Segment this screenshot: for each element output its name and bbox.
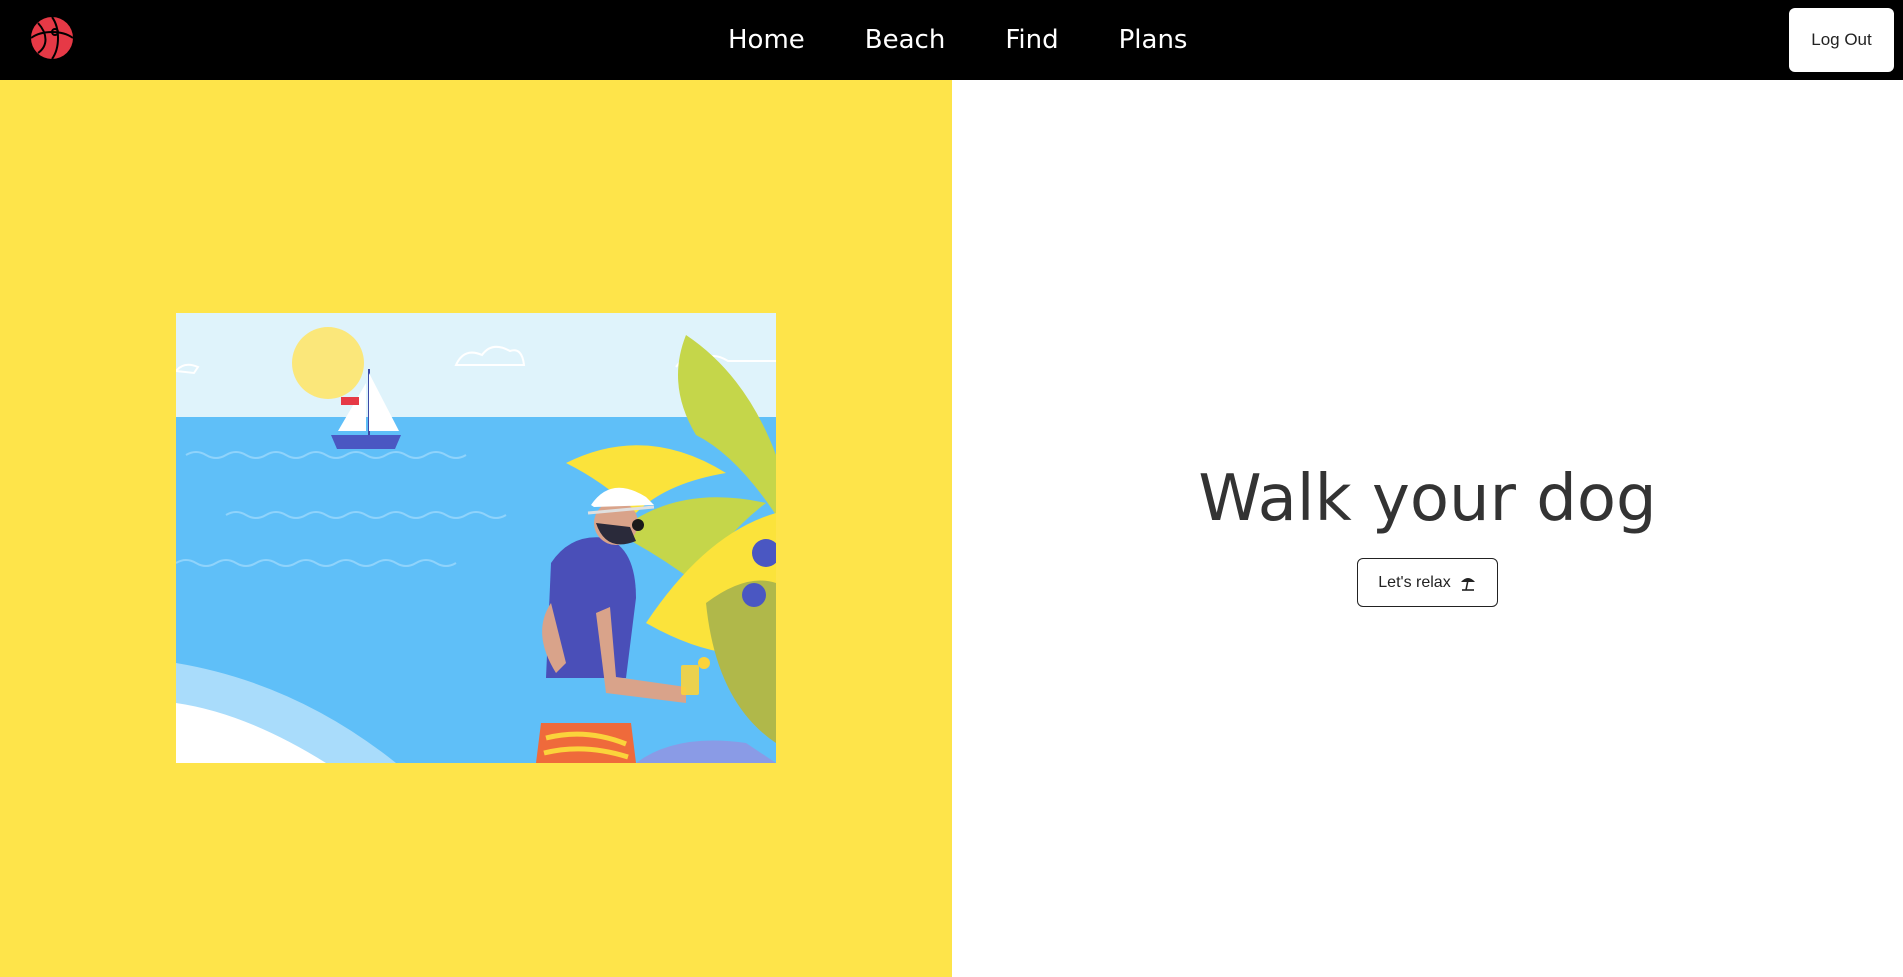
main-nav: Home Beach Find Plans — [728, 0, 1187, 80]
lets-relax-label: Let's relax — [1378, 573, 1451, 591]
beach-umbrella-icon — [1460, 577, 1475, 591]
lets-relax-button[interactable]: Let's relax — [1357, 558, 1498, 607]
navbar: Home Beach Find Plans Log Out — [0, 0, 1903, 80]
logout-button[interactable]: Log Out — [1789, 8, 1894, 72]
nav-link-plans[interactable]: Plans — [1119, 25, 1188, 55]
nav-link-home[interactable]: Home — [728, 25, 805, 55]
hero-image-panel — [0, 80, 952, 977]
nav-link-beach[interactable]: Beach — [865, 25, 946, 55]
man-at-beach-illustration — [176, 313, 776, 763]
hero-title: Walk your dog — [1198, 462, 1657, 536]
hero-content-panel: Walk your dog Let's relax — [952, 80, 1903, 977]
beach-ball-icon[interactable] — [30, 16, 74, 60]
nav-link-find[interactable]: Find — [1005, 25, 1058, 55]
